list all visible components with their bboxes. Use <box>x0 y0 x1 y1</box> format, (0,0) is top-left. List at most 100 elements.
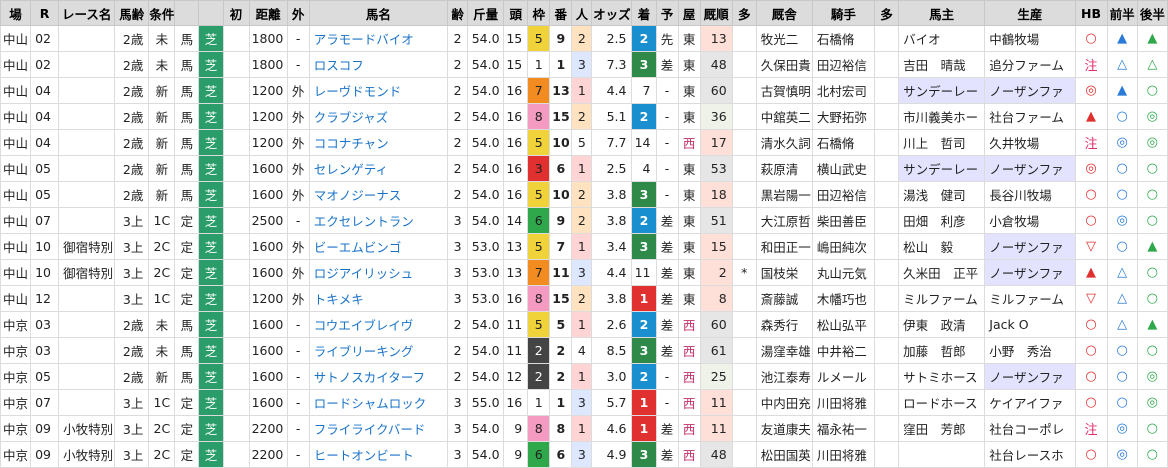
style-cell: 差 <box>655 441 679 468</box>
race-name-cell: 小牧特別 <box>58 441 116 468</box>
column-header[interactable]: 馬齢 <box>114 0 150 26</box>
horse-number-cell: 7 <box>549 233 573 260</box>
horse-name[interactable]: ビーエムビンゴ <box>308 233 449 260</box>
column-header[interactable]: 初 <box>222 0 250 26</box>
race-number-cell: 05 <box>30 155 60 182</box>
age-class-cell: 3上 <box>114 441 150 468</box>
horse-name[interactable]: ココナチャン <box>308 129 449 156</box>
column-header[interactable]: 騎手 <box>811 0 876 26</box>
finish-cell: 2 <box>631 363 657 390</box>
table-row[interactable]: 中京 03 2歳未馬芝 1600- コウエイブレイヴ 2 54.0 11 5 5 1 2.6 2 差西 60… <box>0 311 1168 338</box>
column-header[interactable]: 頭 <box>503 0 529 26</box>
column-header[interactable]: 場 <box>0 0 32 26</box>
horse-age-cell: 3 <box>447 259 469 286</box>
column-header[interactable]: 予 <box>655 0 679 26</box>
horse-name[interactable]: フライライクバード <box>308 415 449 442</box>
table-row[interactable]: 中山 10 御宿特別 3上 2C 定芝 1600 外ビーエムビンゴ 3 53.0 13 5 7 1 3.4 3… <box>0 233 1168 260</box>
column-header[interactable]: 条件 <box>148 0 176 26</box>
table-row[interactable]: 中京 09 小牧特別 3上 2C 定芝 2200- フライライクバード 3 54.0 9 8 8 1 4.6… <box>0 415 1168 442</box>
table-row[interactable]: 中山 04 2歳新馬芝 1200 外レーヴドモンド 2 54.0 16 7 13 1 4.4 7- 東 60… <box>0 77 1168 104</box>
column-header[interactable]: 多 <box>874 0 900 26</box>
horse-name[interactable]: アラモードバイオ <box>308 25 449 52</box>
venue-cell: 中山 <box>0 285 32 312</box>
column-header[interactable]: 厩順 <box>699 0 733 26</box>
table-row[interactable]: 中山 04 2歳新馬芝 1200 外クラブジャズ 2 54.0 16 8 15 2 5.1 2- 東 36 中… <box>0 103 1168 130</box>
column-header[interactable]: レース名 <box>58 0 116 26</box>
table-row[interactable]: 中京 09 小牧特別 3上 2C 定芝 2200- ヒートオンビート 3 54.0 9 6 6 3 4.9 3… <box>0 441 1168 468</box>
owner-cell: 伊東 政清 <box>898 311 986 338</box>
popularity-cell: 3 <box>571 389 593 416</box>
table-row[interactable]: 中京 05 2歳新馬芝 1600- サトノスカイターフ 2 54.0 12 2 2 1 3.0 2- 西 2… <box>0 363 1168 390</box>
column-header[interactable]: 屋 <box>677 0 701 26</box>
stable-region-cell: 東 <box>677 207 701 234</box>
column-header[interactable]: 枠 <box>527 0 551 26</box>
outer-cell: 外 <box>286 181 310 208</box>
horse-name[interactable]: ロジアイリッシュ <box>308 259 449 286</box>
column-header[interactable]: 生産 <box>984 0 1076 26</box>
horse-name[interactable]: マオノジーナス <box>308 181 449 208</box>
horse-name[interactable]: ロードシャムロック <box>308 389 449 416</box>
table-row[interactable]: 中京 07 3上 1C 定芝 1600- ロードシャムロック 3 55.0 16 1 1 3 5.7 1- 西… <box>0 389 1168 416</box>
column-header[interactable]: 多 <box>731 0 757 26</box>
column-header[interactable]: 着 <box>631 0 657 26</box>
column-header[interactable]: HB <box>1074 0 1108 26</box>
surface-cell: 芝 <box>198 415 224 442</box>
column-header[interactable]: 番 <box>549 0 573 26</box>
table-row[interactable]: 中京 03 2歳未馬芝 1600- ライブリーキング 2 54.0 11 2 2 4 8.5 3 差西 61… <box>0 337 1168 364</box>
horse-name[interactable]: エクセレントラン <box>308 207 449 234</box>
table-row[interactable]: 中山 04 2歳新馬芝 1200 外ココナチャン 2 54.0 16 5 10 5 7.7 14- 西 17… <box>0 129 1168 156</box>
condition-cell: 1C <box>148 207 176 234</box>
horse-name[interactable]: セレンゲティ <box>308 155 449 182</box>
table-row[interactable]: 中山 10 御宿特別 3上 2C 定芝 1600 外ロジアイリッシュ 3 53.0 13 7 11 3 4.… <box>0 259 1168 286</box>
column-header[interactable]: R <box>30 0 60 26</box>
condition-type-cell: 馬 <box>174 77 200 104</box>
column-header[interactable]: 距離 <box>248 0 288 26</box>
table-row[interactable]: 中山 05 2歳新馬芝 1600 外セレンゲティ 2 54.0 16 3 6 1 2.5 4- 東 53 萩原… <box>0 155 1168 182</box>
column-header[interactable] <box>198 0 224 26</box>
column-header[interactable]: 斤量 <box>467 0 505 26</box>
trainer-cell: 牧光二 <box>755 25 813 52</box>
table-row[interactable]: 中山 02 2歳未馬芝 1800- ロスコフ 2 54.0 15 1 1 3 7.3 3 差東 48 久保田貴… <box>0 51 1168 78</box>
first-half-mark: ◎ <box>1106 441 1138 468</box>
horse-name[interactable]: コウエイブレイヴ <box>308 311 449 338</box>
stable-region-cell: 東 <box>677 103 701 130</box>
table-row[interactable]: 中山 05 2歳新馬芝 1600 外マオノジーナス 2 54.0 16 5 10 2 3.8 3- 東 18… <box>0 181 1168 208</box>
horse-name[interactable]: ヒートオンビート <box>308 441 449 468</box>
column-header[interactable]: 前半 <box>1106 0 1138 26</box>
jockey-cell: 田辺裕信 <box>811 181 876 208</box>
column-header[interactable]: オッズ <box>591 0 633 26</box>
stable-region-cell: 西 <box>677 415 701 442</box>
age-class-cell: 2歳 <box>114 337 150 364</box>
horse-name[interactable]: クラブジャズ <box>308 103 449 130</box>
table-row[interactable]: 中山 02 2歳未馬芝 1800- アラモードバイオ 2 54.0 15 5 9 2 2.5 2 先東 13… <box>0 25 1168 52</box>
distance-cell: 1600 <box>248 363 288 390</box>
second-half-mark: ○ <box>1136 77 1168 104</box>
finish-cell: 1 <box>631 389 657 416</box>
column-header[interactable]: 齢 <box>447 0 469 26</box>
race-name-cell: 御宿特別 <box>58 259 116 286</box>
column-header[interactable] <box>174 0 200 26</box>
horse-name[interactable]: レーヴドモンド <box>308 77 449 104</box>
age-class-cell: 2歳 <box>114 77 150 104</box>
second-half-mark: ◎ <box>1136 389 1168 416</box>
horse-name[interactable]: トキメキ <box>308 285 449 312</box>
race-number-cell: 09 <box>30 415 60 442</box>
column-header[interactable]: 厩舎 <box>755 0 813 26</box>
first-cell <box>222 337 250 364</box>
column-header[interactable]: 後半 <box>1136 0 1168 26</box>
column-header[interactable]: 外 <box>286 0 310 26</box>
stable-rank-cell: 51 <box>699 207 733 234</box>
venue-cell: 中山 <box>0 77 32 104</box>
multi-cell <box>731 363 757 390</box>
column-header[interactable]: 人 <box>571 0 593 26</box>
horse-name[interactable]: ロスコフ <box>308 51 449 78</box>
column-header[interactable]: 馬名 <box>308 0 449 26</box>
surface-cell: 芝 <box>198 259 224 286</box>
age-class-cell: 2歳 <box>114 363 150 390</box>
horse-name[interactable]: サトノスカイターフ <box>308 363 449 390</box>
multi-cell-2 <box>874 129 900 156</box>
table-row[interactable]: 中山 07 3上 1C 定芝 2500- エクセレントラン 3 54.0 14 6 9 2 3.8 2 差東 5… <box>0 207 1168 234</box>
table-row[interactable]: 中山 12 3上 1C 定芝 1200 外トキメキ 3 53.0 16 8 15 2 3.8 1 差東 8 斎藤誠… <box>0 285 1168 312</box>
column-header[interactable]: 馬主 <box>898 0 986 26</box>
horse-name[interactable]: ライブリーキング <box>308 337 449 364</box>
